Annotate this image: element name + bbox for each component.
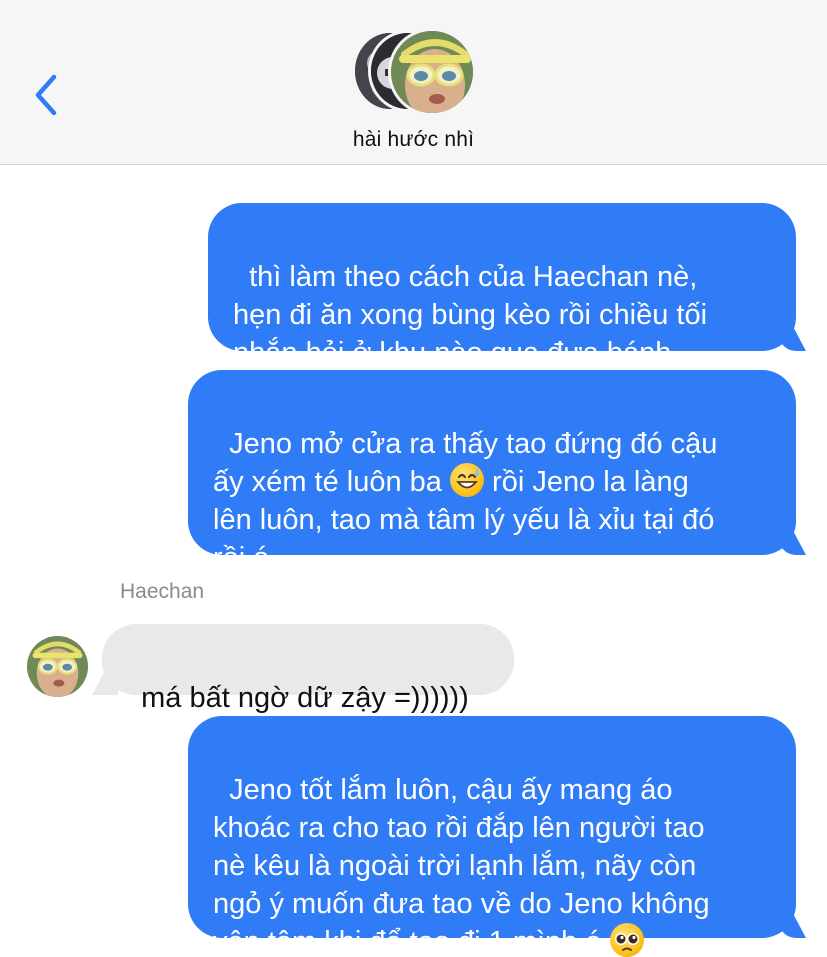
pleading-face-emoji-icon bbox=[609, 923, 644, 957]
conversation-header: hài hước nhì bbox=[0, 0, 827, 165]
message-text: má bất ngờ dữ zậy =)))))) bbox=[141, 682, 469, 714]
grinning-sweat-emoji-icon bbox=[449, 463, 484, 497]
group-avatar-stack[interactable] bbox=[352, 28, 477, 116]
message-bubble-outgoing[interactable]: Jeno tốt lắm luôn, cậu ấy mang áo khoác … bbox=[188, 716, 796, 957]
message-bubble-outgoing[interactable]: Jeno mở cửa ra thấy tao đứng đó cậu ấy x… bbox=[188, 370, 796, 574]
message-bubble-incoming[interactable]: má bất ngờ dữ zậy =)))))) bbox=[102, 624, 514, 714]
avatar[interactable] bbox=[27, 636, 88, 697]
chevron-left-icon bbox=[35, 74, 57, 116]
message-bubble-outgoing[interactable]: thì làm theo cách của Haechan nè, hẹn đi… bbox=[208, 203, 796, 369]
message-text: thì làm theo cách của Haechan nè, hẹn đi… bbox=[233, 261, 708, 369]
conversation-title[interactable]: hài hước nhì bbox=[0, 128, 827, 152]
back-button[interactable] bbox=[30, 72, 64, 118]
avatar bbox=[388, 28, 476, 116]
sender-name: Haechan bbox=[120, 580, 205, 603]
